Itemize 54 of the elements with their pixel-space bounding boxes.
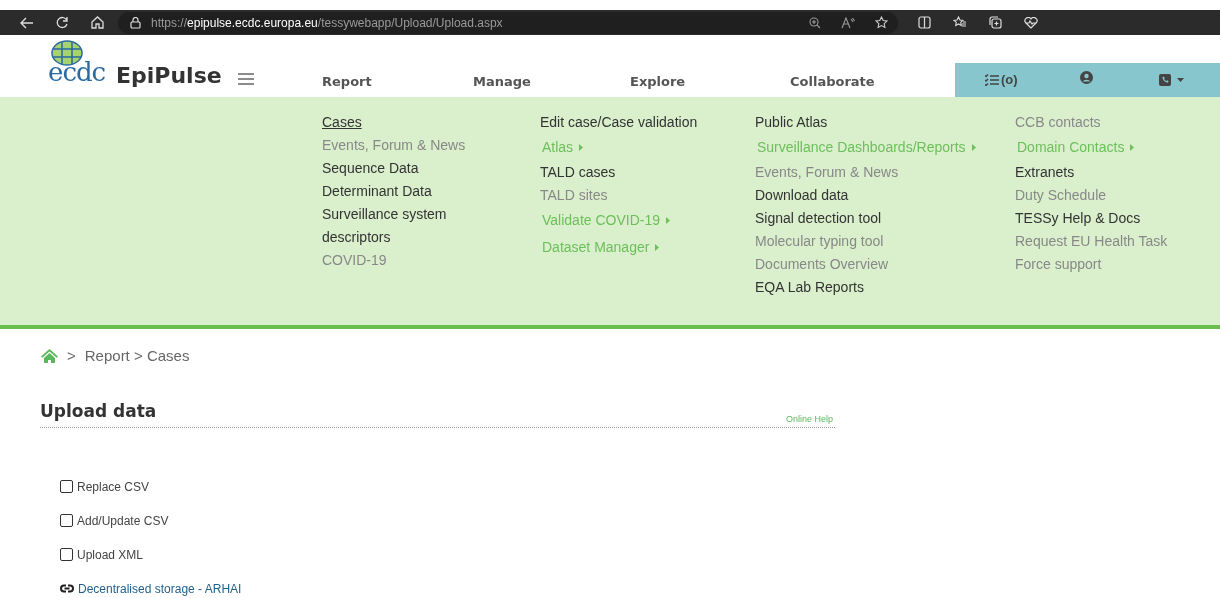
caret-icon: [655, 244, 660, 251]
checkbox-label: Replace CSV: [77, 478, 150, 496]
menu-item[interactable]: Determinant Data: [322, 180, 540, 203]
split-screen-icon[interactable]: [918, 16, 931, 29]
nav-tab[interactable]: Manage: [473, 71, 630, 91]
breadcrumb-separator: >: [67, 345, 76, 366]
caret-icon: [1130, 144, 1135, 151]
nav-tab[interactable]: Collaborate: [790, 71, 940, 91]
star-icon[interactable]: [875, 16, 888, 29]
checkbox-label: Add/Update CSV: [77, 512, 169, 530]
user-icon[interactable]: [1079, 70, 1093, 84]
checkbox-label: Upload XML: [77, 546, 144, 564]
caret-icon: [579, 144, 584, 151]
menu-item[interactable]: Sequence Data: [322, 157, 540, 180]
zoom-icon[interactable]: [809, 16, 821, 29]
reload-icon[interactable]: [56, 16, 69, 29]
menu-item[interactable]: EQA Lab Reports: [755, 276, 1015, 299]
url-text[interactable]: https://epipulse.ecdc.europa.eu/tessywebapp/Upload/Upload.aspx: [151, 13, 503, 32]
logo[interactable]: ecdc: [48, 39, 112, 89]
back-icon[interactable]: [20, 16, 34, 29]
caret-icon: [666, 217, 670, 224]
favorites-icon[interactable]: [953, 16, 967, 29]
menu-item[interactable]: Cases: [322, 111, 540, 134]
menu-item[interactable]: Download data: [755, 184, 1015, 207]
menu-item[interactable]: Edit case/Case validation: [540, 111, 755, 134]
section-title: Upload data: [40, 400, 157, 423]
task-list-button[interactable]: (o): [985, 70, 1018, 90]
link-icon: [60, 584, 74, 593]
menu-item[interactable]: Surveillance system descriptors: [322, 203, 482, 249]
caret-icon: [971, 144, 976, 151]
menu-item[interactable]: Public Atlas: [755, 111, 1015, 134]
checklist-icon: [985, 74, 999, 86]
phone-dropdown[interactable]: [1158, 74, 1184, 86]
caret-icon: [1176, 78, 1184, 82]
home-icon[interactable]: [91, 16, 104, 29]
breadcrumb-trail[interactable]: Report > Cases: [84, 344, 190, 368]
menu-item[interactable]: Signal detection tool: [755, 207, 1015, 230]
checkbox[interactable]: [60, 514, 73, 527]
menu-item[interactable]: TALD cases: [540, 161, 755, 184]
menu-item[interactable]: TESSy Help & Docs: [1015, 207, 1215, 230]
nav-tab[interactable]: Report: [322, 71, 473, 91]
phone-icon: [1158, 74, 1171, 86]
checkbox[interactable]: [60, 480, 73, 493]
read-aloud-icon[interactable]: [841, 16, 855, 29]
menu-icon[interactable]: [237, 73, 254, 85]
storage-link[interactable]: Decentralised storage - ARHAI: [78, 579, 242, 598]
nav-tab[interactable]: Explore: [630, 71, 790, 91]
menu-item[interactable]: Extranets: [1015, 161, 1215, 184]
health-icon[interactable]: [1024, 16, 1038, 29]
lock-icon: [130, 16, 141, 29]
brand-name[interactable]: EpiPulse: [116, 65, 222, 87]
checkbox[interactable]: [60, 548, 73, 561]
address-bar[interactable]: https://epipulse.ecdc.europa.eu/tessywebapp/Upload/Upload.aspx: [118, 11, 898, 34]
collections-icon[interactable]: [989, 16, 1002, 29]
